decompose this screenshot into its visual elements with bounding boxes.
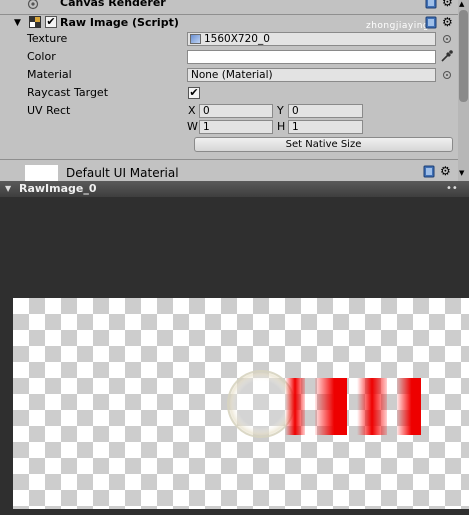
help-book-icon[interactable] bbox=[423, 165, 435, 178]
canvas-renderer-header[interactable]: Canvas Renderer ⚙ bbox=[0, 0, 458, 10]
settings-gear-icon[interactable]: ⚙ bbox=[440, 165, 454, 178]
texture-label: Texture bbox=[27, 32, 68, 45]
raw-image-header[interactable]: ▼ ✔ Raw Image (Script) zhongjiaying ⚙ bbox=[0, 14, 458, 31]
red-stripe bbox=[285, 378, 305, 435]
inspector-scrollbar-thumb[interactable] bbox=[459, 10, 468, 102]
uv-y-label: Y bbox=[277, 104, 284, 117]
eyedropper-icon[interactable] bbox=[440, 49, 454, 63]
material-preview-name: Default UI Material bbox=[66, 166, 179, 180]
canvas-renderer-title: Canvas Renderer bbox=[60, 0, 166, 9]
settings-gear-icon[interactable]: ⚙ bbox=[442, 0, 456, 9]
object-picker-icon[interactable] bbox=[443, 71, 451, 79]
material-preview-swatch bbox=[25, 165, 58, 181]
uv-rect-label: UV Rect bbox=[27, 104, 71, 117]
uv-w-value: 1 bbox=[203, 121, 210, 133]
uv-x-value: 0 bbox=[203, 105, 210, 117]
red-stripe bbox=[397, 378, 421, 435]
material-value: None (Material) bbox=[191, 69, 273, 81]
color-swatch-field[interactable] bbox=[187, 50, 436, 64]
uv-h-field[interactable]: 1 bbox=[288, 120, 363, 134]
uv-w-label: W bbox=[187, 120, 198, 133]
material-section-divider bbox=[0, 159, 458, 160]
component-enabled-checkbox[interactable]: ✔ bbox=[45, 16, 57, 28]
raw-image-component-icon bbox=[29, 16, 41, 28]
preview-foldout-icon[interactable]: ▼ bbox=[5, 183, 11, 195]
raw-image-title: Raw Image (Script) bbox=[60, 16, 179, 29]
help-book-icon[interactable] bbox=[425, 0, 437, 9]
raycast-target-checkbox[interactable]: ✔ bbox=[188, 87, 200, 99]
uv-h-label: H bbox=[277, 120, 286, 133]
color-label: Color bbox=[27, 50, 56, 63]
uv-y-value: 0 bbox=[292, 105, 299, 117]
canvas-renderer-icon bbox=[27, 0, 39, 10]
red-stripe bbox=[315, 378, 347, 435]
raycast-target-label: Raycast Target bbox=[27, 86, 109, 99]
scroll-up-arrow-icon[interactable]: ▲ bbox=[459, 0, 464, 8]
uv-h-value: 1 bbox=[292, 121, 299, 133]
uv-y-field[interactable]: 0 bbox=[288, 104, 363, 118]
preview-image-content bbox=[227, 370, 421, 438]
material-label: Material bbox=[27, 68, 72, 81]
texture-field[interactable]: 1560X720_0 bbox=[187, 32, 436, 46]
object-picker-icon[interactable] bbox=[443, 35, 451, 43]
uv-x-label: X bbox=[188, 104, 196, 117]
uv-x-field[interactable]: 0 bbox=[199, 104, 273, 118]
bubble-shape bbox=[227, 370, 295, 438]
set-native-size-button[interactable]: Set Native Size bbox=[194, 137, 453, 152]
scroll-down-arrow-icon[interactable]: ▼ bbox=[459, 169, 464, 177]
texture-value: 1560X720_0 bbox=[204, 33, 270, 45]
settings-gear-icon[interactable]: ⚙ bbox=[442, 16, 456, 29]
help-book-icon[interactable] bbox=[425, 16, 437, 29]
preview-title: RawImage_0 bbox=[19, 182, 97, 195]
preview-header-bar[interactable]: ▼ RawImage_0 •• bbox=[0, 181, 469, 197]
red-stripe bbox=[357, 378, 387, 435]
uv-w-field[interactable]: 1 bbox=[199, 120, 273, 134]
foldout-arrow-icon[interactable]: ▼ bbox=[14, 16, 21, 30]
preview-dots-icon[interactable]: •• bbox=[446, 182, 458, 196]
watermark-text: zhongjiaying bbox=[366, 21, 430, 31]
material-field[interactable]: None (Material) bbox=[187, 68, 436, 82]
texture-thumbnail-icon bbox=[190, 34, 201, 44]
